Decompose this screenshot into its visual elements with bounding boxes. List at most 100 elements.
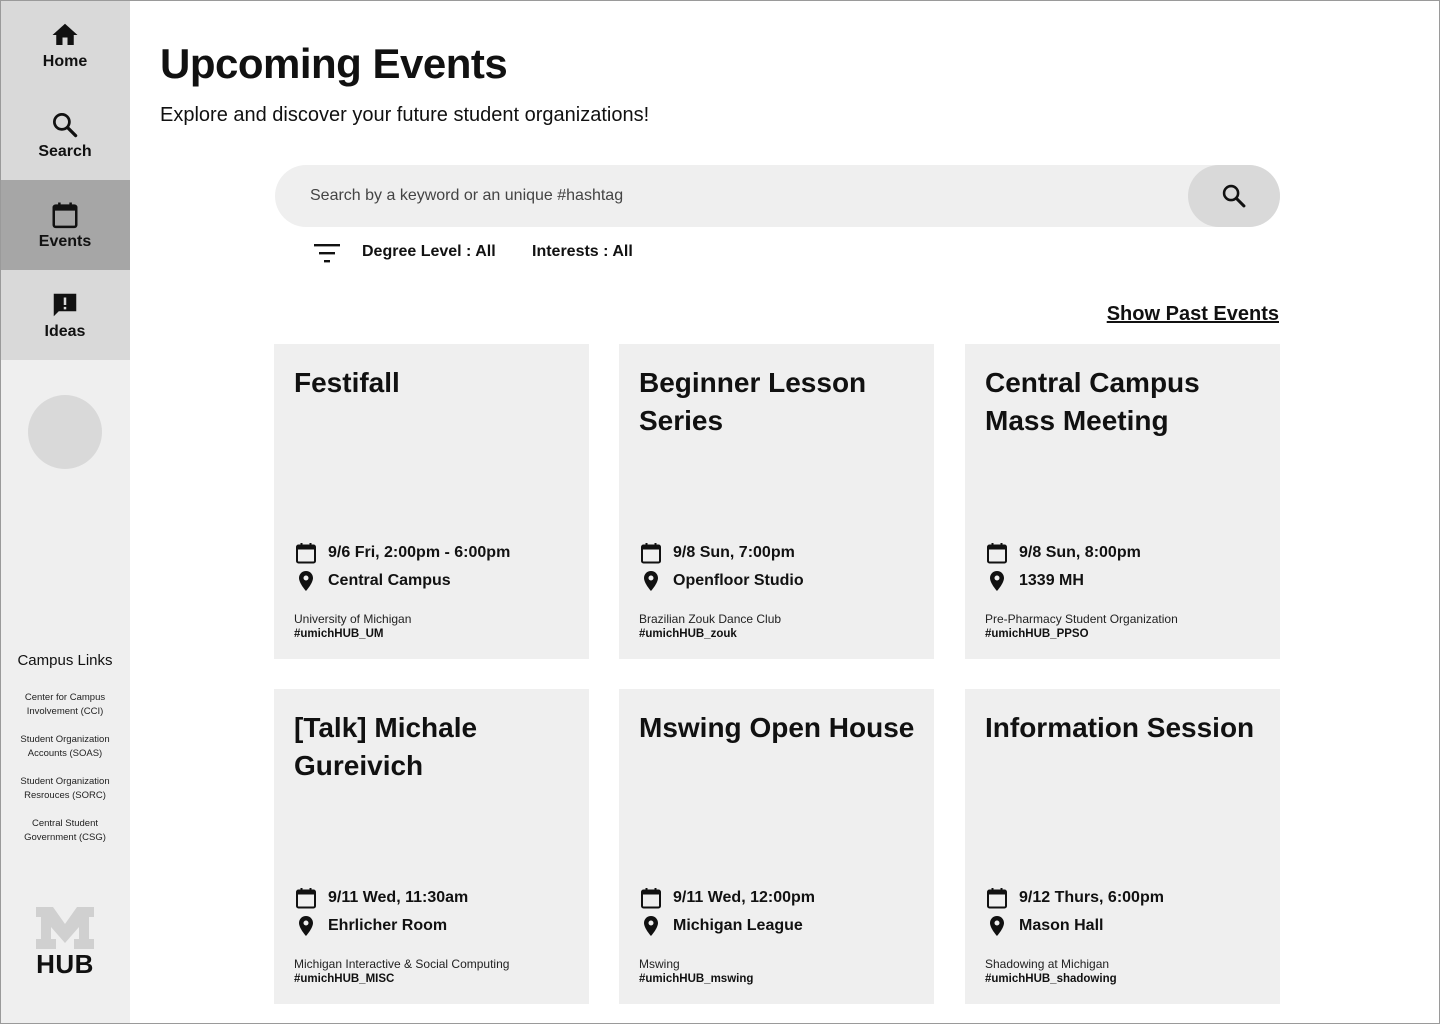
location-pin-icon [990, 571, 1004, 591]
event-hashtag[interactable]: #umichHUB_zouk [639, 628, 737, 640]
campus-link-line: Resrouces (SORC) [24, 790, 106, 801]
location-pin-icon [299, 916, 313, 936]
location-pin-icon [644, 916, 658, 936]
campus-link-line: Center for Campus [24, 692, 106, 703]
campus-links-title: Campus Links [17, 652, 113, 669]
event-location-row: 1339 MH [985, 569, 1084, 593]
calendar-icon [641, 543, 661, 564]
campus-link-line: Central Student [31, 818, 98, 829]
calendar-icon [987, 888, 1007, 909]
event-title: Mswing Open House [639, 712, 915, 743]
page-subtitle: Explore and discover your future student… [160, 104, 650, 126]
campus-link-line: Accounts (SOAS) [27, 748, 103, 759]
event-card[interactable]: Beginner Lesson Series 9/8 Sun, 7:00pm O… [619, 344, 934, 659]
event-location: Ehrlicher Room [328, 917, 448, 934]
search-input[interactable] [310, 165, 1170, 227]
calendar-icon [296, 543, 316, 564]
nav-events-label: Events [38, 232, 92, 250]
event-location: Michigan League [673, 917, 803, 934]
search-icon [1222, 184, 1246, 208]
campus-link-line: Government (CSG) [24, 832, 106, 843]
degree-level-filter[interactable]: Degree Level : All [362, 243, 496, 261]
event-location: 1339 MH [1019, 572, 1084, 589]
event-location-row: Central Campus [294, 569, 451, 593]
nav-events[interactable]: Events [0, 180, 130, 270]
event-datetime: 9/8 Sun, 8:00pm [1019, 544, 1141, 561]
event-hashtag[interactable]: #umichHUB_MISC [294, 973, 394, 985]
event-datetime: 9/12 Thurs, 6:00pm [1019, 889, 1164, 906]
event-datetime: 9/11 Wed, 12:00pm [673, 889, 815, 906]
location-pin-icon [990, 916, 1004, 936]
calendar-icon [52, 202, 78, 228]
interests-filter[interactable]: Interests : All [532, 243, 633, 261]
event-datetime: 9/11 Wed, 11:30am [328, 889, 469, 906]
nav-search-label: Search [38, 142, 92, 160]
search-button[interactable] [1188, 165, 1280, 227]
event-location-row: Ehrlicher Room [294, 914, 447, 938]
location-pin-icon [299, 571, 313, 591]
search-bar [275, 165, 1280, 227]
location-pin-icon [644, 571, 658, 591]
event-datetime-row: 9/11 Wed, 12:00pm [639, 886, 815, 910]
campus-link-line: Involvement (CCI) [26, 706, 104, 717]
nav-ideas[interactable]: Ideas [0, 270, 130, 360]
event-title: Information Session [985, 712, 1255, 743]
event-organization: Shadowing at Michigan [985, 957, 1110, 971]
event-datetime-row: 9/8 Sun, 7:00pm [639, 541, 795, 565]
event-location-row: Openfloor Studio [639, 569, 804, 593]
event-location: Central Campus [328, 572, 451, 589]
event-organization: Brazilian Zouk Dance Club [639, 612, 782, 626]
block-m-logo-icon [36, 907, 94, 949]
show-past-events-link[interactable]: Show Past Events [1107, 303, 1279, 326]
event-card[interactable]: Festifall 9/6 Fri, 2:00pm - 6:00pm Centr… [274, 344, 589, 659]
event-title: Festifall [294, 367, 400, 398]
campus-link-soas[interactable]: Student Organization Accounts (SOAS) [10, 733, 120, 761]
event-organization: Mswing [639, 957, 680, 971]
avatar[interactable] [28, 395, 102, 469]
logo-text: HUB [36, 949, 94, 979]
nav-home[interactable]: Home [0, 0, 130, 90]
campus-link-csg[interactable]: Central Student Government (CSG) [10, 817, 120, 845]
event-datetime-row: 9/12 Thurs, 6:00pm [985, 886, 1164, 910]
nav-ideas-label: Ideas [44, 322, 86, 340]
event-title: Central Campus Mass Meeting [985, 367, 1200, 436]
campus-link-line: Student Organization [20, 734, 110, 745]
event-card[interactable]: [Talk] Michale Gureivich 9/11 Wed, 11:30… [274, 689, 589, 1004]
event-datetime: 9/8 Sun, 7:00pm [673, 544, 795, 561]
page-title: Upcoming Events [160, 40, 508, 87]
event-card[interactable]: Information Session 9/12 Thurs, 6:00pm M… [965, 689, 1280, 1004]
event-hashtag[interactable]: #umichHUB_PPSO [985, 628, 1089, 640]
event-organization: Michigan Interactive & Social Computing [294, 957, 510, 971]
event-location-row: Michigan League [639, 914, 803, 938]
calendar-icon [987, 543, 1007, 564]
event-title: Beginner Lesson Series [639, 367, 867, 436]
event-datetime: 9/6 Fri, 2:00pm - 6:00pm [328, 544, 511, 561]
home-icon [52, 23, 78, 45]
event-title: [Talk] Michale Gureivich [294, 712, 478, 781]
event-location: Mason Hall [1019, 917, 1104, 934]
nav-search[interactable]: Search [0, 90, 130, 180]
event-datetime-row: 9/8 Sun, 8:00pm [985, 541, 1141, 565]
event-datetime-row: 9/6 Fri, 2:00pm - 6:00pm [294, 541, 510, 565]
event-organization: Pre-Pharmacy Student Organization [985, 612, 1178, 626]
feedback-icon [53, 293, 77, 316]
event-hashtag[interactable]: #umichHUB_shadowing [985, 973, 1117, 985]
event-location: Openfloor Studio [673, 572, 804, 589]
event-card[interactable]: Central Campus Mass Meeting 9/8 Sun, 8:0… [965, 344, 1280, 659]
campus-link-sorc[interactable]: Student Organization Resrouces (SORC) [10, 775, 120, 803]
event-hashtag[interactable]: #umichHUB_mswing [639, 973, 753, 985]
event-organization: University of Michigan [294, 612, 412, 626]
event-datetime-row: 9/11 Wed, 11:30am [294, 886, 468, 910]
campus-link-cci[interactable]: Center for Campus Involvement (CCI) [10, 691, 120, 719]
campus-link-line: Student Organization [20, 776, 110, 787]
search-icon [53, 112, 78, 137]
hub-logo[interactable]: HUB [30, 905, 100, 980]
calendar-icon [296, 888, 316, 909]
nav-home-label: Home [42, 52, 88, 70]
event-hashtag[interactable]: #umichHUB_UM [294, 628, 383, 640]
event-location-row: Mason Hall [985, 914, 1103, 938]
event-card[interactable]: Mswing Open House 9/11 Wed, 12:00pm Mich… [619, 689, 934, 1004]
sidebar: Home Search Events Ideas Campus Links Ce… [0, 0, 130, 1024]
calendar-icon [641, 888, 661, 909]
filter-icon[interactable] [314, 241, 340, 265]
